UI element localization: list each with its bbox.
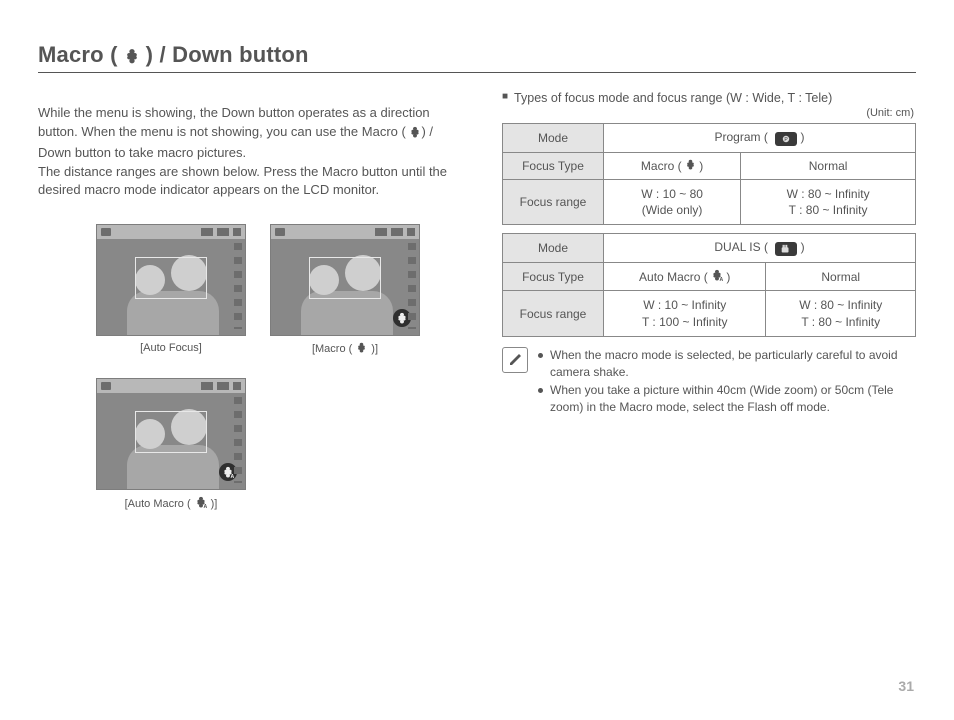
cell-mode-label: Mode bbox=[503, 124, 604, 153]
thumb-auto-focus: [Auto Focus] bbox=[96, 224, 246, 356]
cell-type-label: Focus Type bbox=[503, 153, 604, 180]
cell-range-label: Focus range bbox=[503, 291, 604, 336]
lcd-preview bbox=[96, 224, 246, 336]
lcd-preview bbox=[270, 224, 420, 336]
macro-icon bbox=[356, 342, 367, 356]
auto-macro-badge-icon bbox=[219, 463, 237, 481]
program-mode-icon: P bbox=[775, 132, 797, 146]
macro-icon bbox=[124, 42, 140, 68]
unit-label: (Unit: cm) bbox=[502, 107, 914, 119]
auto-macro-icon bbox=[195, 496, 207, 511]
page-number: 31 bbox=[898, 678, 914, 694]
cell-mode-label: Mode bbox=[503, 234, 604, 263]
cell-range-normal: W : 80 ~ Infinity T : 80 ~ Infinity bbox=[766, 291, 916, 336]
title-prefix: Macro ( bbox=[38, 42, 118, 68]
dual-is-mode-icon bbox=[775, 242, 797, 256]
cell-range-normal: W : 80 ~ Infinity T : 80 ~ Infinity bbox=[741, 180, 916, 225]
caption: [Auto Focus] bbox=[140, 342, 202, 354]
page-title: Macro ( ) / Down button bbox=[38, 42, 916, 68]
focus-table-program: Mode Program ( P ) Focus Type Macro ( ) bbox=[502, 123, 916, 225]
caption: [Macro ( )] bbox=[312, 342, 378, 356]
thumb-auto-macro: [Auto Macro ( )] bbox=[96, 378, 246, 511]
cell-range-macro: W : 10 ~ 80 (Wide only) bbox=[604, 180, 741, 225]
cell-range-auto-macro: W : 10 ~ Infinity T : 100 ~ Infinity bbox=[604, 291, 766, 336]
note-item: When you take a picture within 40cm (Wid… bbox=[538, 382, 916, 416]
note-item: When the macro mode is selected, be part… bbox=[538, 347, 916, 381]
auto-macro-icon bbox=[711, 269, 723, 284]
cell-type-auto-macro: Auto Macro ( ) bbox=[604, 263, 766, 291]
title-suffix: ) / Down button bbox=[146, 42, 309, 68]
cell-type-normal: Normal bbox=[741, 153, 916, 180]
focus-table-dualis: Mode DUAL IS ( ) Focus Type Auto Macro (… bbox=[502, 233, 916, 336]
cell-mode-value: Program ( P ) bbox=[604, 124, 916, 153]
cell-type-macro: Macro ( ) bbox=[604, 153, 741, 180]
notes: When the macro mode is selected, be part… bbox=[502, 347, 916, 418]
lcd-preview bbox=[96, 378, 246, 490]
title-rule bbox=[38, 72, 916, 73]
intro-paragraph: While the menu is showing, the Down butt… bbox=[38, 104, 468, 200]
caption: [Auto Macro ( )] bbox=[125, 496, 218, 511]
macro-icon bbox=[409, 125, 421, 144]
note-icon bbox=[502, 347, 528, 373]
cell-type-label: Focus Type bbox=[503, 263, 604, 291]
cell-type-normal: Normal bbox=[766, 263, 916, 291]
macro-badge-icon bbox=[393, 309, 411, 327]
cell-mode-value: DUAL IS ( ) bbox=[604, 234, 916, 263]
macro-icon bbox=[685, 159, 696, 173]
types-heading: ■ Types of focus mode and focus range (W… bbox=[502, 91, 916, 105]
cell-range-label: Focus range bbox=[503, 180, 604, 225]
thumb-macro: [Macro ( )] bbox=[270, 224, 420, 356]
